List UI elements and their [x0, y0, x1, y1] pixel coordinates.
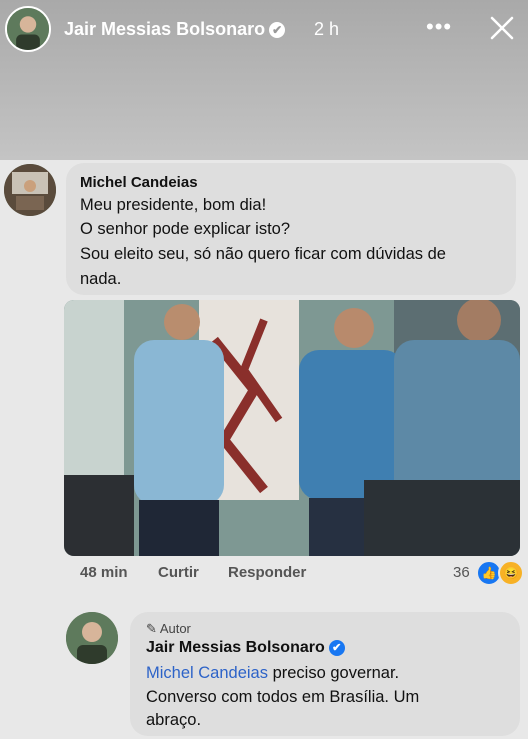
- story-author-name[interactable]: Jair Messias Bolsonaro ✔: [64, 19, 286, 40]
- reply-author-avatar[interactable]: [66, 612, 118, 664]
- pencil-icon: ✎: [146, 621, 157, 636]
- close-icon[interactable]: [487, 13, 517, 43]
- comment-line: nada.: [80, 270, 122, 288]
- reply-button[interactable]: Responder: [228, 564, 306, 581]
- reply-line: abraço.: [146, 711, 202, 729]
- reply-author-name[interactable]: Jair Messias Bolsonaro ✔: [146, 639, 345, 657]
- like-button[interactable]: Curtir: [158, 564, 199, 581]
- verified-check-icon: ✔: [269, 22, 286, 39]
- story-author-avatar[interactable]: [5, 6, 51, 52]
- more-dots-icon[interactable]: •••: [426, 14, 452, 40]
- reply-line: Michel Candeias preciso governar.: [146, 664, 400, 682]
- commenter-avatar[interactable]: [4, 164, 56, 216]
- haha-icon: 😆: [498, 560, 524, 586]
- commenter-name[interactable]: Michel Candeias: [80, 174, 198, 191]
- comment-time: 48 min: [80, 564, 128, 581]
- reply-line: Converso com todos em Brasília. Um: [146, 688, 420, 706]
- mention-link[interactable]: Michel Candeias: [146, 664, 268, 682]
- comment-line: O senhor pode explicar isto?: [80, 220, 291, 238]
- comment-line: Meu presidente, bom dia!: [80, 196, 267, 214]
- verified-check-icon: ✔: [328, 639, 345, 656]
- author-tag: ✎ Autor: [146, 621, 191, 636]
- story-time: 2 h: [314, 19, 340, 39]
- comment-photo[interactable]: [64, 300, 520, 556]
- reaction-count[interactable]: 36: [453, 564, 470, 581]
- comment-line: Sou eleito seu, só não quero ficar com d…: [80, 245, 446, 263]
